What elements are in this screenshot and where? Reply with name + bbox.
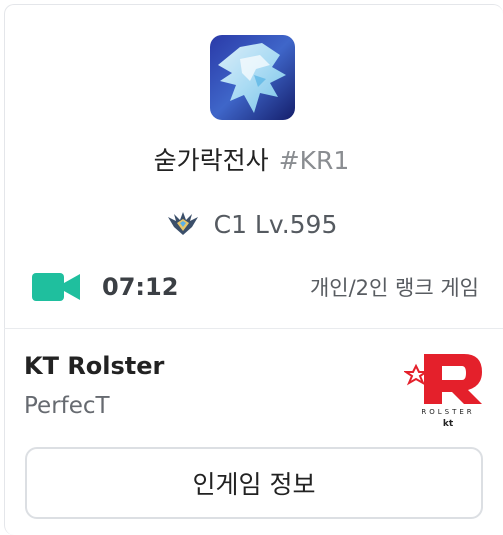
divider [4,328,503,329]
rank-level: C1 Lv.595 [213,209,338,239]
pro-player-name: PerfecT [24,393,110,419]
summoner-name-row: 숟가락전사 #KR1 [0,144,503,178]
live-game-row: 07:12 개인/2인 랭크 게임 [32,266,479,308]
profile-icon-art [210,35,295,120]
kt-rolster-logo-icon: ROLSTER kt [402,354,482,429]
summoner-tag: #KR1 [278,146,350,175]
summoner-name: 숟가락전사 [153,146,269,175]
team-logo: ROLSTER kt [402,348,490,430]
challenger-emblem-icon [167,212,198,235]
ingame-info-button[interactable]: 인게임 정보 [25,447,483,519]
game-duration: 07:12 [102,273,179,301]
team-name: KT Rolster [24,352,165,380]
video-camera-icon [32,273,80,301]
svg-text:ROLSTER: ROLSTER [421,408,474,416]
rank-row: C1 Lv.595 [0,204,503,244]
profile-icon[interactable] [210,35,295,120]
svg-text:kt: kt [443,419,454,429]
queue-type: 개인/2인 랭크 게임 [309,276,479,300]
